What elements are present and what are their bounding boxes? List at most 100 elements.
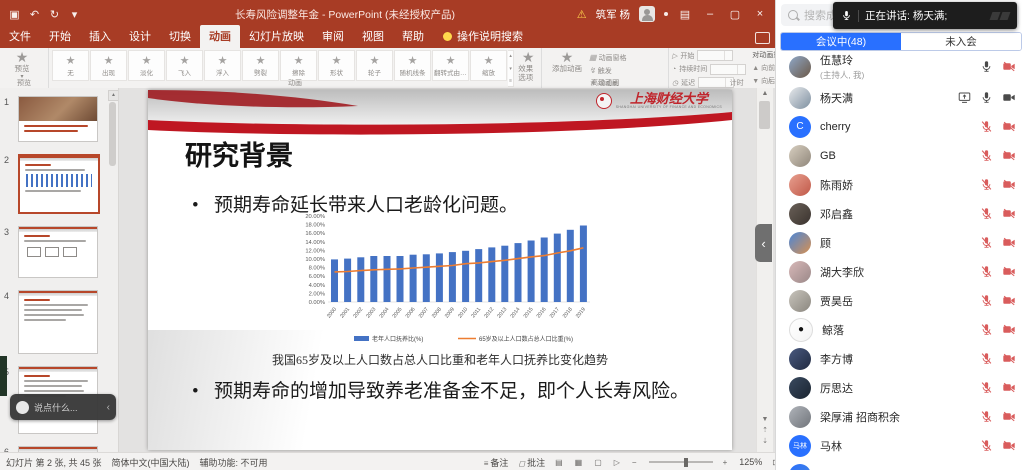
participant-row-7[interactable]: 顾 xyxy=(776,228,1024,257)
mic-off-icon[interactable] xyxy=(980,323,993,336)
mic-off-icon[interactable] xyxy=(980,236,993,249)
ribbon-tab-8[interactable]: 审阅 xyxy=(313,25,353,48)
animation-effect-3[interactable]: ★淡化 xyxy=(128,50,165,81)
participant-row-11[interactable]: 李方博 xyxy=(776,344,1024,373)
zoom-out-icon[interactable]: − xyxy=(632,458,637,467)
mic-off-icon[interactable] xyxy=(980,207,993,220)
ribbon-display-options-icon[interactable]: ▤ xyxy=(677,8,693,21)
slide-thumbnail-3[interactable] xyxy=(18,226,98,278)
mic-off-icon[interactable] xyxy=(980,265,993,278)
comments-button[interactable]: ◻批注 xyxy=(518,456,545,469)
ribbon-tab-9[interactable]: 视图 xyxy=(353,25,393,48)
move-earlier-button[interactable]: ▲ 向前移动 xyxy=(752,63,775,73)
participant-row-5[interactable]: 陈雨娇 xyxy=(776,170,1024,199)
duration-input[interactable] xyxy=(710,64,746,75)
ribbon-tab-4[interactable]: 设计 xyxy=(120,25,160,48)
mic-on-icon[interactable] xyxy=(980,60,993,73)
panel-collapse-handle[interactable]: ‹ xyxy=(755,224,772,262)
ribbon-tab-3[interactable]: 插入 xyxy=(80,25,120,48)
participant-row-3[interactable]: Ccherry xyxy=(776,112,1024,141)
next-slide-button[interactable]: ⇣ xyxy=(757,437,773,445)
participant-row-14[interactable]: 马林马林 xyxy=(776,431,1024,460)
reading-view-icon[interactable]: ▢ xyxy=(594,458,602,467)
zoom-in-icon[interactable]: + xyxy=(723,458,728,467)
meeting-tab-in-meeting[interactable]: 会议中(48) xyxy=(781,33,901,50)
participant-row-4[interactable]: GB xyxy=(776,141,1024,170)
slide-thumbnail-1[interactable] xyxy=(18,96,98,142)
save-icon[interactable]: ▣ xyxy=(6,8,23,21)
animation-pane-button[interactable]: ▦动画窗格 xyxy=(589,53,627,63)
slide-thumbnail-2[interactable] xyxy=(18,154,100,214)
participant-row-10[interactable]: ●鲸落 xyxy=(776,315,1024,344)
camera-off-icon[interactable] xyxy=(1002,120,1016,133)
ribbon-tab-2[interactable]: 开始 xyxy=(40,25,80,48)
qat-customize-icon[interactable]: ▾ xyxy=(66,8,83,21)
accessibility-status[interactable]: 辅助功能: 不可用 xyxy=(200,456,268,469)
maximize-button[interactable]: ▢ xyxy=(727,8,743,21)
share-comments-icon[interactable] xyxy=(755,32,770,44)
mic-off-icon[interactable] xyxy=(980,439,993,452)
ribbon-tab-7[interactable]: 幻灯片放映 xyxy=(240,25,313,48)
animation-effect-7[interactable]: ★擦除 xyxy=(280,50,317,81)
notes-button[interactable]: ≡备注 xyxy=(484,456,509,469)
mic-off-icon[interactable] xyxy=(980,120,993,133)
slide-sorter-view-icon[interactable]: ▦ xyxy=(575,458,583,467)
zoom-slider-knob[interactable] xyxy=(684,458,688,467)
animation-effect-1[interactable]: ★无 xyxy=(52,50,89,81)
camera-off-icon[interactable] xyxy=(1002,236,1016,249)
slideshow-view-icon[interactable]: ▷ xyxy=(614,458,620,467)
preview-button[interactable]: ★ 预览 ▾ xyxy=(3,50,41,81)
slide-chart[interactable]: 0.00%2.00%4.00%6.00%8.00%10.00%12.00%14.… xyxy=(290,210,596,350)
animation-effect-6[interactable]: ★劈裂 xyxy=(242,50,279,81)
mic-off-icon[interactable] xyxy=(980,410,993,423)
animation-effect-2[interactable]: ★出现 xyxy=(90,50,127,81)
mic-off-icon[interactable] xyxy=(980,178,993,191)
account-name[interactable]: 筑军 杨 xyxy=(596,7,630,22)
mic-off-icon[interactable] xyxy=(980,294,993,307)
animation-effect-12[interactable]: ★缩放 xyxy=(470,50,507,81)
participant-row-15[interactable] xyxy=(776,460,1024,470)
participant-row-12[interactable]: 厉思达 xyxy=(776,373,1024,402)
ribbon-tab-5[interactable]: 切换 xyxy=(160,25,200,48)
camera-off-icon[interactable] xyxy=(1002,178,1016,191)
license-warning-icon[interactable]: ⚠ xyxy=(577,8,587,21)
zoom-slider[interactable] xyxy=(649,461,713,463)
mic-off-icon[interactable] xyxy=(980,381,993,394)
animation-effect-5[interactable]: ★浮入 xyxy=(204,50,241,81)
minimize-button[interactable]: – xyxy=(702,8,718,20)
ribbon-tab-1[interactable]: 文件 xyxy=(0,25,40,48)
redo-icon[interactable]: ↻ xyxy=(46,8,63,21)
slide-scrollbar[interactable]: ▲ ▼ ⇡ ⇣ xyxy=(756,88,773,452)
slide-bullet-2[interactable]: 预期寿命的增加导致养老准备金不足，即个人长寿风险。 xyxy=(192,378,708,405)
animation-effect-9[interactable]: ★轮子 xyxy=(356,50,393,81)
slide-title[interactable]: 研究背景 xyxy=(185,134,293,173)
close-button[interactable]: × xyxy=(752,8,768,20)
previous-slide-button[interactable]: ⇡ xyxy=(757,426,773,434)
participant-row-8[interactable]: 湖大李欣 xyxy=(776,257,1024,286)
camera-off-icon[interactable] xyxy=(1002,410,1016,423)
participant-row-13[interactable]: 梁厚浦 招商积余 xyxy=(776,402,1024,431)
undo-icon[interactable]: ↶ xyxy=(26,8,43,21)
camera-off-icon[interactable] xyxy=(1002,265,1016,278)
slide-editor[interactable]: 上海财经大学 SHANGHAI UNIVERSITY OF FINANCE AN… xyxy=(148,90,732,450)
zoom-level[interactable]: 125% xyxy=(739,457,762,467)
ribbon-tab-10[interactable]: 帮助 xyxy=(393,25,433,48)
slide-thumbnail-4[interactable] xyxy=(18,290,98,354)
camera-off-icon[interactable] xyxy=(1002,207,1016,220)
camera-off-icon[interactable] xyxy=(1002,323,1016,336)
trigger-button[interactable]: ↯触发 xyxy=(589,66,627,76)
language-indicator[interactable]: 简体中文(中国大陆) xyxy=(112,456,190,469)
animation-effect-10[interactable]: ★随机线条 xyxy=(394,50,431,81)
camera-off-icon[interactable] xyxy=(1002,60,1016,73)
account-avatar[interactable] xyxy=(639,6,655,22)
participant-row-6[interactable]: 邓启鑫 xyxy=(776,199,1024,228)
participant-row-9[interactable]: 贾昊岳 xyxy=(776,286,1024,315)
animation-effect-11[interactable]: ★翻转式由远... xyxy=(432,50,469,81)
collapse-ribbon-icon[interactable]: ^ xyxy=(768,78,772,87)
camera-on-icon[interactable] xyxy=(1002,91,1016,104)
tell-me-search[interactable]: 操作说明搜索 xyxy=(433,25,533,48)
animation-effect-4[interactable]: ★飞入 xyxy=(166,50,203,81)
participant-row-1[interactable]: 伍慧玲(主持人, 我) xyxy=(776,50,1024,83)
mic-off-icon[interactable] xyxy=(980,149,993,162)
chat-input-toast[interactable]: 说点什么... ‹ xyxy=(10,394,116,420)
